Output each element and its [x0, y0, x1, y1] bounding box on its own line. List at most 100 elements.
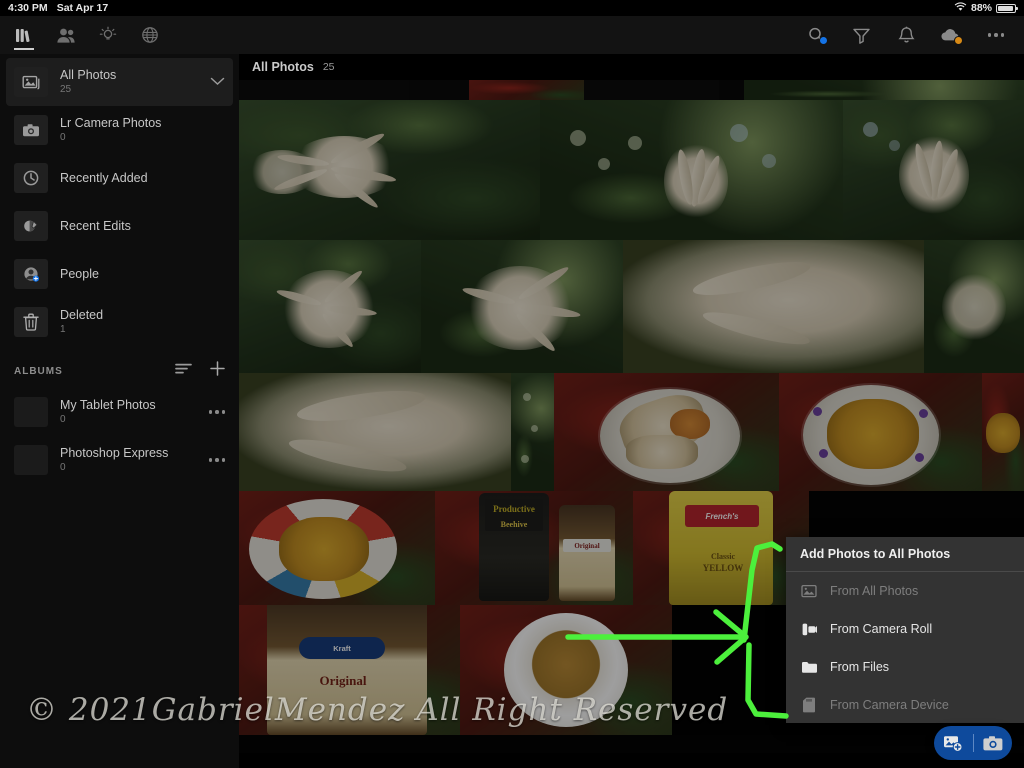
battery-percent: 88%: [970, 2, 992, 14]
photo-count: 25: [322, 61, 335, 73]
photo-grid-row-partial: [239, 80, 1024, 100]
sidebar-item-label: People: [60, 266, 99, 281]
sort-icon[interactable]: [175, 362, 192, 380]
menu-item-label: From Camera Device: [830, 698, 949, 712]
photo-grid-row-1: [239, 100, 1024, 240]
album-label: My Tablet Photos: [60, 398, 156, 413]
photo-thumbnail[interactable]: [554, 373, 779, 491]
people-icon[interactable]: [52, 21, 80, 49]
photo-thumbnail[interactable]: [623, 240, 924, 373]
sidebar-item-count: 25: [60, 84, 72, 96]
add-photos-context-menu: Add Photos to All Photos From All Photos…: [786, 537, 1024, 723]
menu-item-label: From All Photos: [830, 584, 919, 598]
menu-item-from-all-photos[interactable]: From All Photos: [786, 572, 1024, 610]
edits-icon: [14, 211, 48, 241]
photo-thumbnail[interactable]: [843, 100, 1024, 240]
photo-thumbnail[interactable]: [719, 80, 744, 100]
folder-icon: [800, 660, 818, 674]
menu-item-from-camera-device[interactable]: From Camera Device: [786, 686, 1024, 724]
photo-thumbnail[interactable]: [744, 80, 1024, 100]
photo-thumbnail[interactable]: [924, 240, 1024, 373]
photo-thumbnail[interactable]: [584, 80, 719, 100]
more-options-icon[interactable]: [982, 21, 1010, 49]
more-icon[interactable]: [208, 410, 225, 414]
photo-thumbnail[interactable]: [409, 80, 469, 100]
person-icon: [14, 259, 48, 289]
camera-icon[interactable]: [974, 735, 1013, 752]
sidebar-item-label: Deleted: [60, 308, 104, 323]
photo-grid-row-3: [239, 373, 1024, 491]
photo-thumbnail[interactable]: [982, 373, 1024, 491]
camera-icon: [14, 115, 48, 145]
album-count: 0: [60, 414, 66, 426]
status-date: Sat Apr 17: [56, 2, 109, 14]
photo-thumbnail[interactable]: [239, 80, 409, 100]
bell-icon[interactable]: [892, 21, 920, 49]
photo-thumbnail[interactable]: [239, 100, 540, 240]
sidebar-item-all-photos[interactable]: All Photos 25: [6, 58, 233, 106]
library-icon[interactable]: [10, 21, 38, 50]
photo-grid-row-2: [239, 240, 1024, 373]
photo-grid-row-bottom: [239, 735, 1024, 753]
wifi-icon: [954, 1, 967, 15]
sidebar-item-deleted[interactable]: Deleted 1: [6, 298, 233, 346]
search-icon[interactable]: [802, 21, 830, 49]
context-menu-header: Add Photos to All Photos: [786, 537, 1024, 572]
plus-icon[interactable]: [210, 361, 225, 381]
menu-item-from-camera-roll[interactable]: From Camera Roll: [786, 610, 1024, 648]
content-header: All Photos 25: [239, 54, 1024, 80]
cloud-icon[interactable]: [937, 21, 965, 49]
status-bar-left: 4:30 PM Sat Apr 17: [8, 2, 108, 14]
page-title: All Photos: [252, 60, 314, 74]
album-label: Photoshop Express: [60, 446, 169, 461]
toolbar-left-group: [10, 21, 164, 50]
sidebar-item-count: 1: [60, 324, 66, 336]
fab-divider: [972, 734, 974, 752]
sidebar-item-count: 0: [60, 132, 66, 144]
sidebar-item-label: Recently Added: [60, 170, 148, 185]
sidebar-item-recently-added[interactable]: Recently Added: [6, 154, 233, 202]
add-photos-icon[interactable]: [934, 734, 973, 752]
lightroom-app-window: 4:30 PM Sat Apr 17 88% All Photos 25 Lr …: [0, 0, 1024, 768]
filter-icon[interactable]: [847, 21, 875, 49]
menu-item-label: From Files: [830, 660, 890, 674]
globe-icon[interactable]: [136, 21, 164, 49]
camera-roll-icon: [800, 622, 818, 637]
photo-thumbnail[interactable]: French's Classic YELLOW: [633, 491, 809, 605]
copyright-watermark: © 2021GabrielMendez All Right Reserved: [26, 692, 729, 728]
photo-thumbnail[interactable]: [540, 100, 843, 240]
more-icon[interactable]: [208, 458, 225, 462]
lightbulb-icon[interactable]: [94, 21, 122, 49]
photo-thumbnail[interactable]: [469, 80, 584, 100]
album-item-my-tablet-photos[interactable]: My Tablet Photos 0: [6, 388, 233, 436]
cloud-alert-badge: [954, 36, 963, 45]
sidebar-item-label: All Photos: [60, 68, 117, 83]
trash-icon: [14, 307, 48, 337]
menu-item-from-files[interactable]: From Files: [786, 648, 1024, 686]
sidebar: All Photos 25 Lr Camera Photos 0 Recentl…: [0, 54, 239, 768]
album-count: 0: [60, 462, 66, 474]
status-bar: 4:30 PM Sat Apr 17 88%: [0, 0, 1024, 16]
photo-thumbnail[interactable]: [421, 240, 623, 373]
photo-icon: [800, 584, 818, 598]
photo-thumbnail[interactable]: [239, 240, 421, 373]
status-time: 4:30 PM: [8, 2, 48, 14]
album-cover: [14, 397, 48, 427]
sidebar-item-people[interactable]: People: [6, 250, 233, 298]
add-photos-fab[interactable]: [934, 726, 1012, 760]
photo-thumbnail[interactable]: Productive Beehive Original: [435, 491, 633, 605]
app-toolbar: [0, 16, 1024, 54]
chevron-down-icon[interactable]: [210, 73, 225, 91]
toolbar-right-group: [802, 21, 1014, 49]
clock-icon: [14, 163, 48, 193]
sidebar-item-lr-camera-photos[interactable]: Lr Camera Photos 0: [6, 106, 233, 154]
status-bar-right: 88%: [954, 1, 1018, 15]
photo-thumbnail[interactable]: [511, 373, 554, 491]
album-item-photoshop-express[interactable]: Photoshop Express 0: [6, 436, 233, 484]
photo-thumbnail[interactable]: [239, 735, 1024, 753]
photo-thumbnail[interactable]: [779, 373, 982, 491]
sidebar-item-recent-edits[interactable]: Recent Edits: [6, 202, 233, 250]
albums-title: ALBUMS: [14, 365, 63, 377]
photo-thumbnail[interactable]: [239, 491, 435, 605]
photo-thumbnail[interactable]: [239, 373, 511, 491]
